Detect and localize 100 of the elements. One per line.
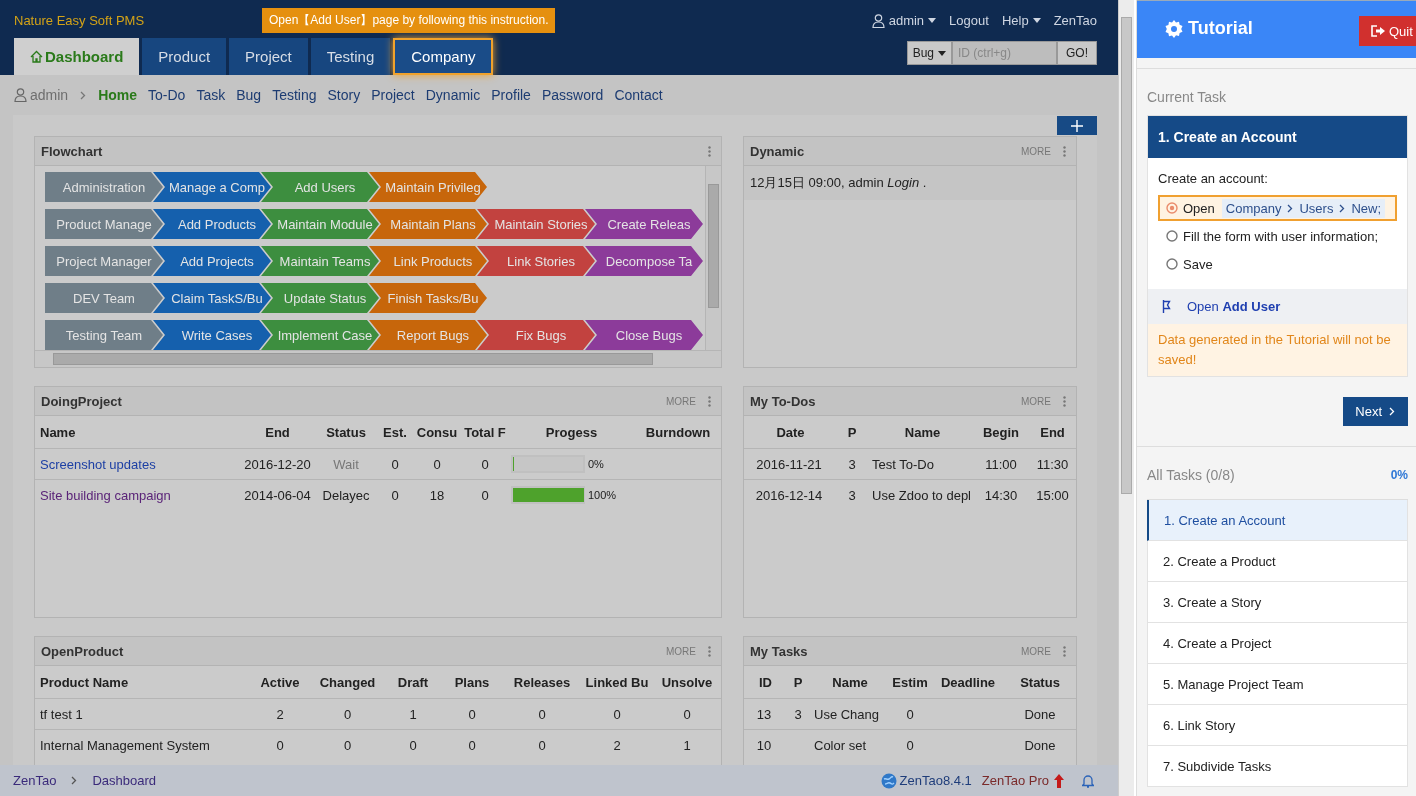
chevron-right-icon xyxy=(80,90,87,100)
table-cell: 0 xyxy=(310,729,385,760)
task-step: Save xyxy=(1158,251,1397,277)
pro-link[interactable]: ZenTao Pro xyxy=(981,773,1064,788)
panel-title: My Tasks xyxy=(750,643,808,659)
task-list-item[interactable]: 3. Create a Story xyxy=(1147,582,1408,623)
plus-icon xyxy=(1071,119,1083,132)
subnav-link[interactable]: Dynamic xyxy=(425,87,481,103)
table-cell: 10 xyxy=(744,729,784,760)
table-cell: Done xyxy=(1004,729,1076,760)
column-header: ID xyxy=(744,666,784,699)
table-cell: Use Chang xyxy=(812,698,888,730)
header-link[interactable]: Logout xyxy=(949,13,989,28)
notification-button[interactable] xyxy=(1080,773,1096,788)
open-page-link[interactable]: Open Add User xyxy=(1187,299,1281,314)
table-cell: 0 xyxy=(888,698,932,730)
table-cell: 0 xyxy=(385,729,441,760)
flow-step: Close Bugs xyxy=(585,320,703,350)
flow-step: Claim TaskS/Bu xyxy=(153,283,271,313)
path-item: New; xyxy=(1351,200,1382,216)
flow-step: Decompose Ta xyxy=(585,246,703,276)
section-label: All Tasks (0/8) xyxy=(1147,467,1235,483)
column-header: Plans xyxy=(441,666,503,699)
subnav-link[interactable]: Testing xyxy=(272,87,317,103)
project-name-link[interactable]: Site building campaign xyxy=(40,487,171,503)
subnav-link[interactable]: Password xyxy=(541,87,604,103)
flow-step: Add Projects xyxy=(153,246,271,276)
subnav-link[interactable]: To-Do xyxy=(148,87,186,103)
task-list-item[interactable]: 6. Link Story xyxy=(1147,705,1408,746)
subnav-link[interactable]: Task xyxy=(196,87,226,103)
bell-icon xyxy=(1082,773,1094,788)
path-item: Users xyxy=(1299,200,1334,216)
column-header: P xyxy=(784,666,812,699)
task-list-item[interactable]: 7. Subdivide Tasks xyxy=(1147,746,1408,787)
table-cell: 0 xyxy=(461,479,509,510)
panel-title: DoingProject xyxy=(41,393,122,409)
activity-entry: 12月15日 09:00, admin Login . xyxy=(744,166,1076,200)
flow-step: Link Products xyxy=(369,246,487,276)
column-header: P xyxy=(834,416,870,449)
table-cell: 0 xyxy=(250,729,310,760)
project-name-link[interactable]: Screenshot updates xyxy=(40,456,156,472)
user-menu[interactable]: admin xyxy=(871,13,937,28)
nav-tab[interactable]: Dashboard xyxy=(14,38,140,75)
table-cell: 0 xyxy=(377,448,413,480)
help-menu[interactable]: Help xyxy=(1001,13,1041,28)
nav-tab[interactable]: Product xyxy=(142,38,227,75)
nav-tab[interactable]: Company xyxy=(393,38,494,75)
subnav-link[interactable]: Project xyxy=(371,87,415,103)
instruction-tooltip: Open【Add User】page by following this instruction. xyxy=(262,8,556,33)
next-button[interactable]: Next xyxy=(1343,397,1408,426)
table-cell: tf test 1 xyxy=(35,698,250,730)
nav-tab[interactable]: Testing xyxy=(310,38,391,75)
table-cell: 14:30 xyxy=(975,479,1027,510)
chevron-right-icon xyxy=(1287,203,1294,213)
subnav-link[interactable]: Profile xyxy=(491,87,531,103)
task-list-item[interactable]: 2. Create a Product xyxy=(1147,541,1408,582)
flow-step: Fix Bugs xyxy=(477,320,595,350)
flow-step: Project Manager xyxy=(45,246,163,276)
flow-step: Finish Tasks/Bu xyxy=(369,283,487,313)
breadcrumb-link[interactable]: ZenTao xyxy=(13,773,57,788)
task-list-item[interactable]: 1. Create an Account xyxy=(1147,500,1408,541)
column-header: Draft xyxy=(385,666,441,699)
task-title: 1. Create an Account xyxy=(1148,116,1407,158)
column-header: Burndown xyxy=(634,416,721,449)
user-label: admin xyxy=(14,87,69,103)
radio-icon xyxy=(1166,230,1178,242)
task-description: Create an account: xyxy=(1158,171,1269,186)
column-header: Name xyxy=(35,416,240,449)
quit-button[interactable]: Quit xyxy=(1359,16,1416,46)
table-cell: 2014-06-04 xyxy=(240,479,315,510)
arrow-up-icon xyxy=(1054,773,1064,788)
table-cell: 1 xyxy=(385,698,441,730)
table-cell: Color set xyxy=(812,729,888,760)
home-icon xyxy=(30,50,43,63)
subnav-link[interactable]: Bug xyxy=(236,87,262,103)
type-select[interactable]: Bug xyxy=(906,41,952,65)
user-icon xyxy=(871,13,885,28)
task-list-item[interactable]: 4. Create a Project xyxy=(1147,623,1408,664)
progress-label: 0% xyxy=(588,458,604,470)
table-cell: Test To-Do xyxy=(870,448,975,480)
panel-title: My To-Dos xyxy=(750,393,816,409)
flow-step: Write Cases xyxy=(153,320,271,350)
task-list-item[interactable]: 5. Manage Project Team xyxy=(1147,664,1408,705)
flow-step: Maintain Stories xyxy=(477,209,595,239)
column-header: Progess xyxy=(509,416,634,449)
column-header: Changed xyxy=(310,666,385,699)
add-block-button[interactable] xyxy=(1057,116,1097,135)
column-header: Begin xyxy=(975,416,1027,449)
go-button[interactable]: GO! xyxy=(1057,41,1097,65)
caret-icon xyxy=(928,18,937,23)
subnav-link[interactable]: Story xyxy=(327,87,361,103)
caret-icon xyxy=(1032,18,1041,23)
version-link[interactable]: ZenTao8.4.1 xyxy=(880,772,972,789)
table-cell: 2016-12-14 xyxy=(744,479,834,510)
header-link[interactable]: ZenTao xyxy=(1053,13,1097,28)
column-header: Estim xyxy=(888,666,932,699)
flow-step: DEV Team xyxy=(45,283,163,313)
subnav-link[interactable]: Contact xyxy=(614,87,663,103)
breadcrumb-link[interactable]: Dashboard xyxy=(92,773,156,788)
nav-tab[interactable]: Project xyxy=(229,38,308,75)
